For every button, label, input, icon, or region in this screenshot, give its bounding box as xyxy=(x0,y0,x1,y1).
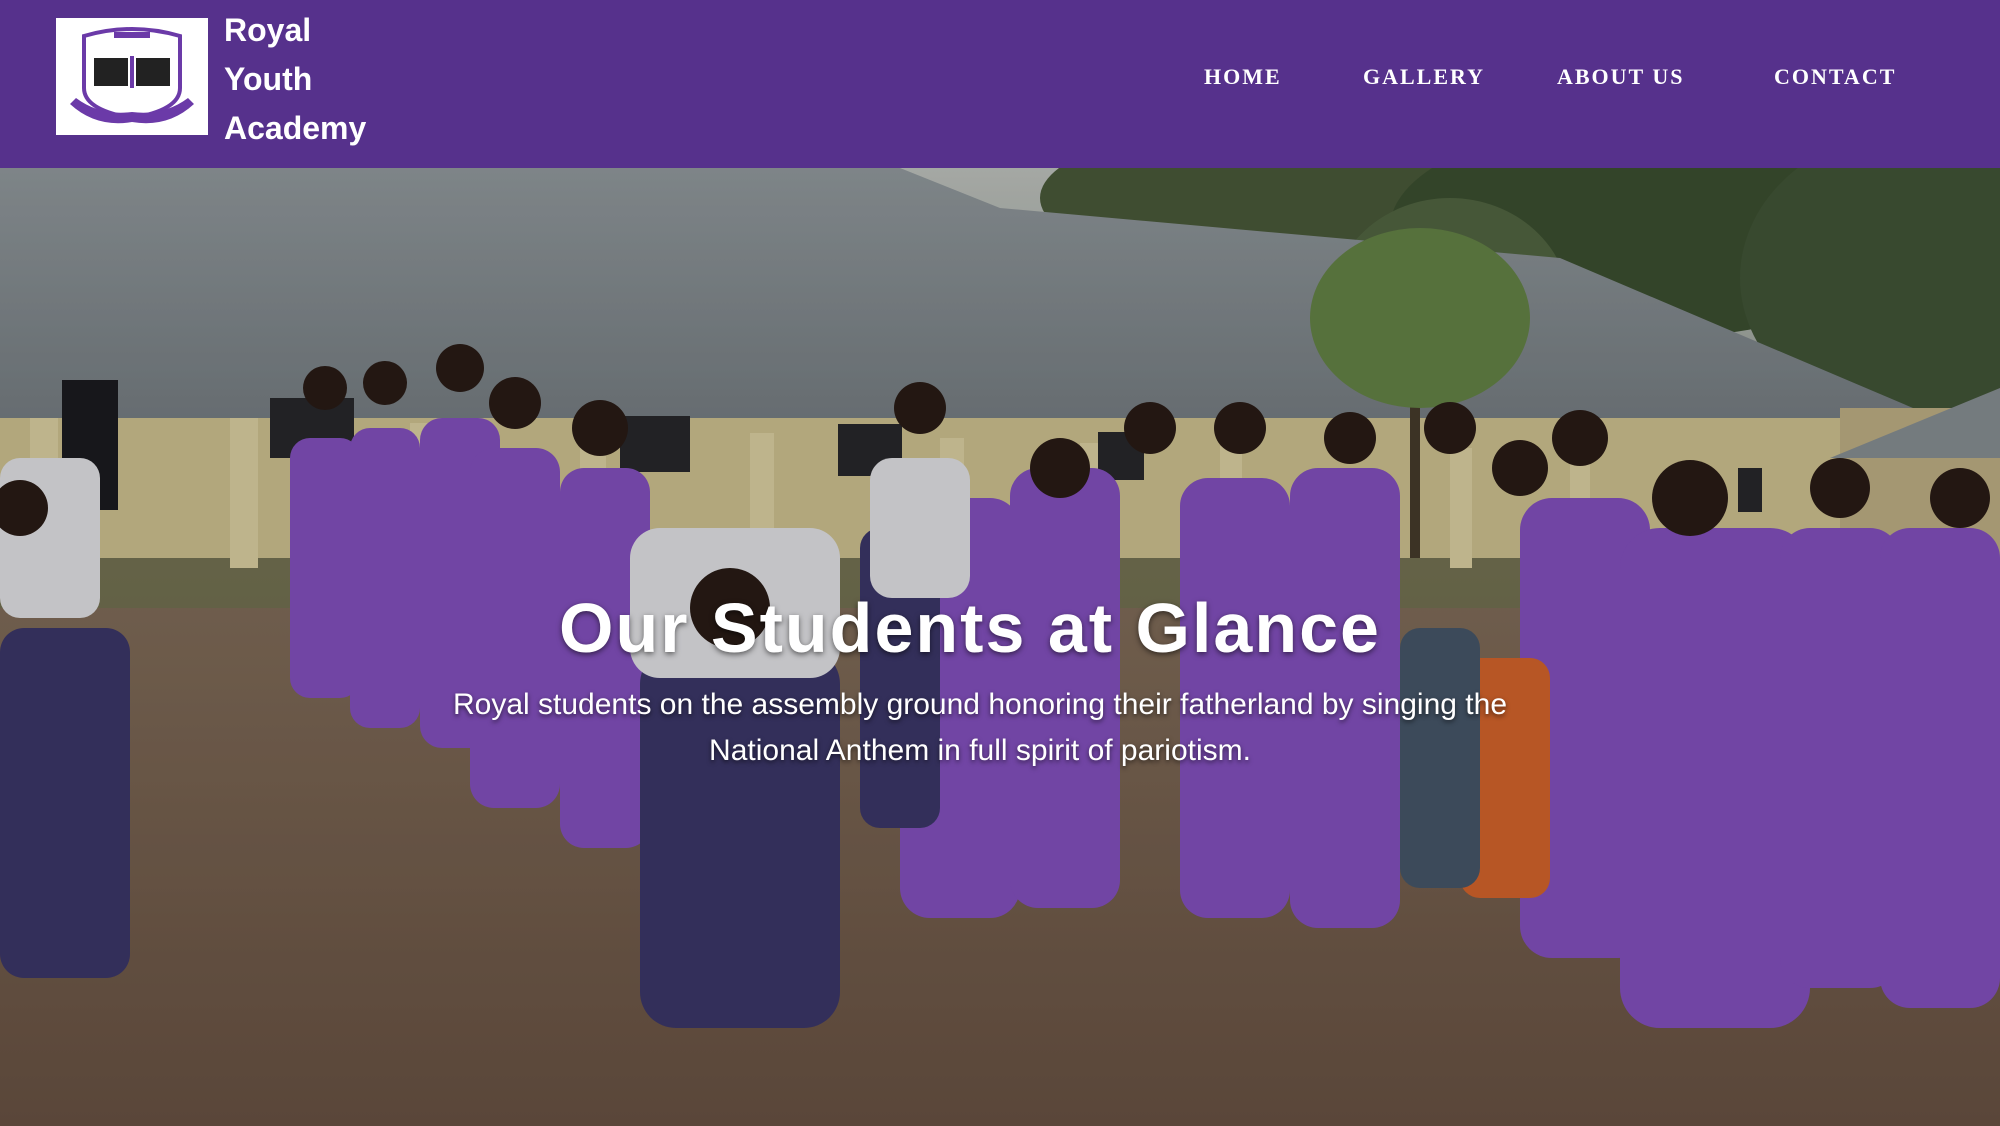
nav-about-us[interactable]: ABOUT US xyxy=(1557,64,1684,90)
crest-icon xyxy=(56,18,208,135)
site-header: Royal Youth Academy HOME GALLERY ABOUT U… xyxy=(0,0,2000,168)
brand-name[interactable]: Royal Youth Academy xyxy=(224,6,366,153)
brand-line-1: Royal xyxy=(224,12,312,48)
nav-contact[interactable]: CONTACT xyxy=(1774,64,1896,90)
hero-subtitle: Royal students on the assembly ground ho… xyxy=(453,688,1507,767)
brand-line-2: Youth xyxy=(224,61,313,97)
brand-line-3: Academy xyxy=(224,110,367,146)
school-logo[interactable] xyxy=(56,18,208,135)
nav-gallery[interactable]: GALLERY xyxy=(1363,64,1485,90)
hero-title: Our Students at Glance xyxy=(559,589,1381,667)
nav-home[interactable]: HOME xyxy=(1204,64,1282,90)
hero-banner: Our Students at Glance Royal students on… xyxy=(0,168,2000,1126)
